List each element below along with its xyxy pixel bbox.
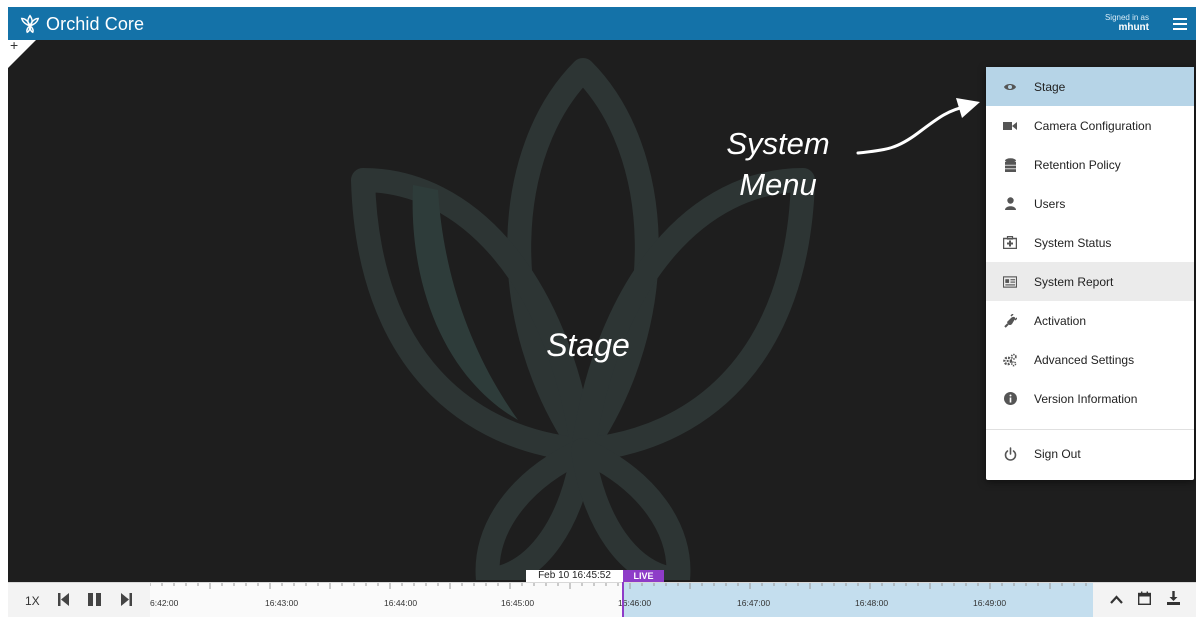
live-badge[interactable]: LIVE bbox=[623, 570, 664, 582]
system-menu: Stage Camera Configuration Retention Pol… bbox=[986, 67, 1194, 480]
pause-icon[interactable] bbox=[88, 593, 101, 609]
menu-item-version-information[interactable]: Version Information bbox=[986, 379, 1194, 418]
tick-label: 6:42:00 bbox=[150, 598, 179, 608]
current-time-label: Feb 10 16:45:52 bbox=[526, 570, 623, 582]
menu-item-label: Stage bbox=[1034, 79, 1066, 94]
tick-label: 16:44:00 bbox=[384, 598, 418, 608]
menu-divider bbox=[986, 429, 1194, 430]
info-icon bbox=[1003, 392, 1017, 406]
app-window: Orchid Core Signed in as mhunt + Stage S… bbox=[8, 7, 1196, 617]
user-icon bbox=[1003, 197, 1017, 211]
menu-item-label: Version Information bbox=[1034, 391, 1138, 406]
menu-item-label: System Report bbox=[1034, 274, 1114, 289]
medkit-icon bbox=[1003, 236, 1017, 250]
brand[interactable]: Orchid Core bbox=[19, 12, 144, 36]
chevron-up-icon[interactable] bbox=[1110, 593, 1123, 607]
tick-label: 16:47:00 bbox=[737, 598, 771, 608]
menu-item-label: Users bbox=[1034, 196, 1066, 211]
top-bar: Orchid Core Signed in as mhunt bbox=[8, 7, 1196, 40]
menu-item-label: Camera Configuration bbox=[1034, 118, 1152, 133]
timeline-bar: 1X 6:42:00 16:43:00 16:44:00 16:45:00 16… bbox=[8, 582, 1196, 617]
menu-item-label: Sign Out bbox=[1034, 446, 1081, 461]
tick-label: 16:45:00 bbox=[501, 598, 535, 608]
annotation-arrow-icon bbox=[856, 98, 980, 155]
playback-speed[interactable]: 1X bbox=[25, 594, 40, 608]
menu-item-label: Retention Policy bbox=[1034, 157, 1121, 172]
tick-label: 16:48:00 bbox=[855, 598, 889, 608]
menu-item-advanced-settings[interactable]: Advanced Settings bbox=[986, 340, 1194, 379]
signed-in-info: Signed in as mhunt bbox=[1105, 13, 1149, 33]
video-camera-icon bbox=[1003, 119, 1017, 133]
system-menu-annotation: System Menu bbox=[708, 123, 848, 205]
add-panel-icon[interactable]: + bbox=[10, 37, 18, 53]
stage-label: Stage bbox=[546, 327, 630, 363]
tick-label: 16:43:00 bbox=[265, 598, 299, 608]
calendar-icon[interactable] bbox=[1137, 591, 1152, 608]
menu-item-stage[interactable]: Stage bbox=[986, 67, 1194, 106]
skip-back-icon[interactable] bbox=[58, 593, 69, 609]
orchid-logo-icon bbox=[20, 14, 40, 34]
tick-label: 16:49:00 bbox=[973, 598, 1007, 608]
skip-forward-icon[interactable] bbox=[121, 593, 132, 609]
menu-item-activation[interactable]: Activation bbox=[986, 301, 1194, 340]
menu-item-camera-configuration[interactable]: Camera Configuration bbox=[986, 106, 1194, 145]
menu-item-retention-policy[interactable]: Retention Policy bbox=[986, 145, 1194, 184]
username[interactable]: mhunt bbox=[1105, 23, 1149, 33]
hamburger-icon[interactable] bbox=[1173, 18, 1187, 30]
download-icon[interactable] bbox=[1167, 591, 1180, 608]
menu-item-label: System Status bbox=[1034, 235, 1112, 250]
plug-icon bbox=[1003, 313, 1017, 328]
annotation-line-2: Menu bbox=[739, 167, 817, 202]
annotation-line-1: System bbox=[726, 126, 830, 161]
database-icon bbox=[1003, 157, 1017, 172]
eye-icon bbox=[1003, 80, 1017, 94]
menu-item-system-status[interactable]: System Status bbox=[986, 223, 1194, 262]
report-icon bbox=[1003, 275, 1017, 289]
menu-item-label: Advanced Settings bbox=[1034, 352, 1135, 367]
menu-item-system-report[interactable]: System Report bbox=[986, 262, 1194, 301]
menu-item-sign-out[interactable]: Sign Out bbox=[986, 434, 1194, 473]
power-icon bbox=[1003, 446, 1017, 461]
timeline-right-controls bbox=[1096, 583, 1196, 617]
brand-name: Orchid Core bbox=[46, 13, 145, 34]
gears-icon bbox=[1003, 353, 1017, 367]
playhead-marker[interactable] bbox=[622, 582, 624, 617]
stage: + Stage System Menu Stage Camera Configu… bbox=[8, 37, 1196, 582]
menu-item-label: Activation bbox=[1034, 313, 1087, 328]
menu-item-users[interactable]: Users bbox=[986, 184, 1194, 223]
